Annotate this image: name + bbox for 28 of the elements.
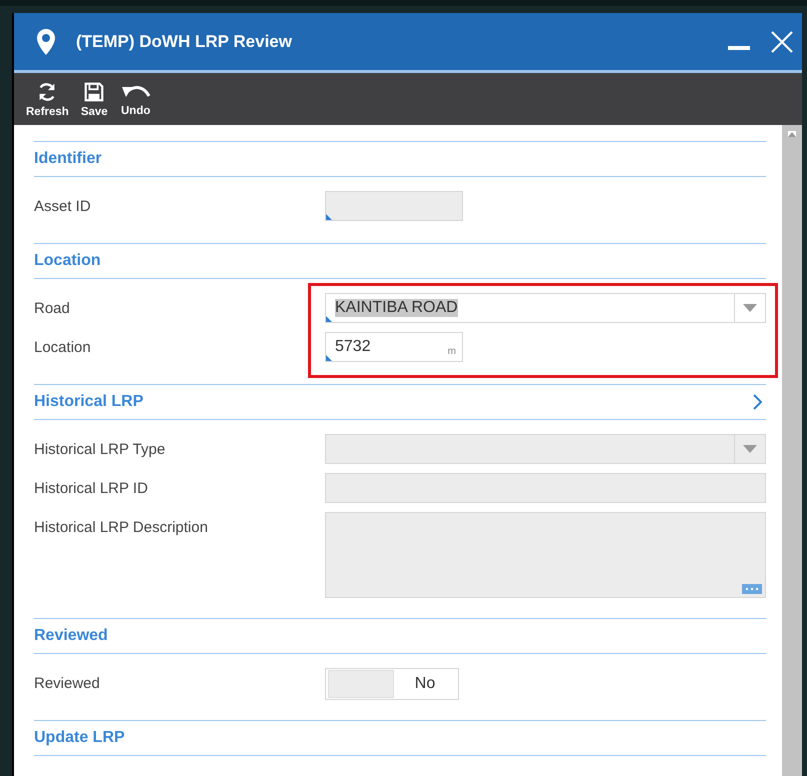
refresh-button[interactable]: Refresh bbox=[22, 73, 73, 125]
field-label: Reviewed bbox=[34, 674, 101, 694]
field-label: Historical LRP Description bbox=[34, 518, 209, 538]
dropdown-field[interactable]: KAINTIBA ROAD bbox=[325, 293, 766, 323]
chevron-right-icon bbox=[752, 394, 762, 410]
save-icon bbox=[83, 80, 106, 102]
section-header[interactable]: Location bbox=[34, 243, 766, 279]
scroll-up-icon[interactable] bbox=[788, 131, 796, 137]
input-field[interactable]: 5732 m bbox=[325, 332, 463, 362]
field-label: Road bbox=[34, 299, 71, 319]
undo-button[interactable]: Undo bbox=[116, 73, 156, 125]
toggle-switch[interactable]: No bbox=[325, 668, 459, 700]
field-label: Historical LRP Type bbox=[34, 440, 166, 460]
close-icon[interactable] bbox=[770, 30, 794, 54]
dropdown-arrow-icon bbox=[743, 445, 757, 453]
minimize-icon[interactable] bbox=[728, 46, 750, 52]
section-header[interactable]: Reviewed bbox=[34, 618, 766, 654]
field-label: Historical LRP ID bbox=[34, 479, 149, 499]
scrollbar[interactable] bbox=[782, 125, 802, 776]
field-label: Asset ID bbox=[34, 197, 92, 217]
section-header[interactable]: Historical LRP bbox=[34, 384, 766, 420]
save-button[interactable]: Save bbox=[76, 73, 112, 125]
map-pin-icon bbox=[36, 28, 56, 56]
window-title: (TEMP) DoWH LRP Review bbox=[76, 32, 293, 52]
section-header[interactable]: Update LRP bbox=[34, 720, 766, 756]
field-label: Location bbox=[34, 338, 92, 358]
dropdown-arrow-icon bbox=[743, 304, 757, 312]
section-header[interactable]: Identifier bbox=[34, 141, 766, 177]
